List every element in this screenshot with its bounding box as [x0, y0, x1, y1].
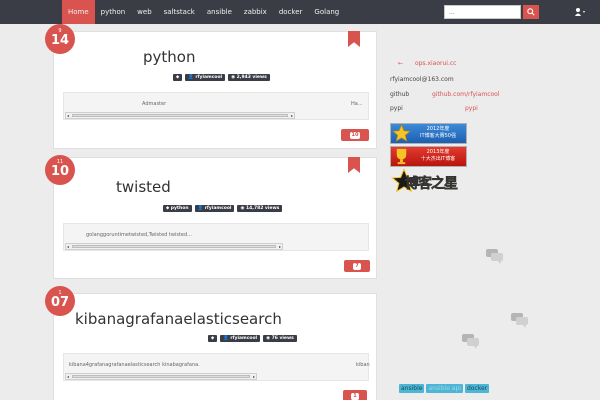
post-card: python ⬥ 👤 rfyiamcool ◉ 2,943 views Adma… [53, 31, 377, 149]
comment-count-button[interactable]: 7 [344, 260, 370, 272]
chat-bubble-icon [486, 249, 503, 264]
scrollbar-thumb[interactable] [72, 375, 250, 378]
post-excerpt: kibana4grafanagrafanaelasticsearch kinab… [63, 353, 370, 381]
post-meta: ⬥ 👤 rfyiamcool ◉ 76 views [208, 335, 297, 342]
horizontal-scrollbar[interactable]: ◂ ▸ [65, 243, 283, 250]
post-day: 07 [50, 295, 70, 310]
post-views: ◉ 76 views [263, 335, 297, 342]
github-label: github [390, 91, 410, 98]
site-link[interactable]: ← ops.xiaorui.cc [398, 60, 456, 67]
post-views: ◉ 14,782 views [237, 205, 283, 212]
award-badge-2012[interactable]: 2012年度 IT博客大赛50强 [390, 123, 467, 144]
comment-count-button[interactable]: 1 [343, 390, 367, 400]
post-author[interactable]: 👤 rfyiamcool [220, 335, 261, 342]
excerpt-text: golanggoruntimetwisted,Twisted twisted..… [86, 232, 192, 238]
bookmark-icon[interactable] [348, 157, 360, 173]
excerpt-text-right: kiban [356, 362, 370, 368]
star-icon [392, 124, 411, 142]
horizontal-scrollbar[interactable]: ◂ ▸ [65, 373, 257, 380]
post-meta: ⬥ python 👤 rfyiamcool ◉ 14,782 views [163, 205, 283, 212]
post-date-badge: 11 10 [45, 155, 75, 185]
post-meta: ⬥ 👤 rfyiamcool ◉ 2,943 views [173, 74, 270, 81]
nav-item-web[interactable]: web [131, 0, 157, 24]
pypi-link[interactable]: pypi [465, 105, 478, 112]
trophy-icon [396, 148, 407, 165]
horizontal-scrollbar[interactable]: ◂ ▸ [65, 112, 295, 119]
bookmark-icon[interactable] [348, 31, 360, 47]
site-url: ops.xiaorui.cc [414, 60, 457, 67]
nav-item-zabbix[interactable]: zabbix [238, 0, 273, 24]
search-input[interactable] [444, 5, 521, 19]
tag-cloud-item[interactable]: ansible [399, 384, 425, 393]
post-day: 14 [50, 33, 70, 48]
tag-icon[interactable]: ⬥ [208, 335, 218, 342]
top-navbar: Home python web saltstack ansible zabbix… [0, 0, 600, 24]
comment-count: 7 [353, 263, 361, 270]
post-date-badge: 9 14 [45, 24, 75, 54]
tag-cloud: ansible ansible api docker [399, 384, 490, 393]
comment-count: 1 [351, 393, 359, 400]
post-excerpt: golanggoruntimetwisted,Twisted twisted..… [63, 223, 369, 251]
nav-item-home[interactable]: Home [62, 0, 95, 24]
arrow-left-icon: ← [398, 60, 404, 67]
nav-item-saltstack[interactable]: saltstack [158, 0, 201, 24]
scroll-right-icon[interactable]: ▸ [279, 244, 281, 249]
post-excerpt: Admaster Ha... ◂ ▸ [63, 92, 369, 120]
excerpt-text-right: Ha... [351, 101, 363, 107]
pypi-label: pypi [390, 105, 403, 112]
award-text: 2012年度 IT博客大赛50强 [420, 126, 456, 139]
contact-email[interactable]: rfyiamcool@163.com [390, 76, 454, 83]
comment-count: 10 [349, 132, 361, 139]
scroll-left-icon[interactable]: ◂ [67, 244, 69, 249]
post-day: 10 [50, 164, 70, 179]
post-views: ◉ 2,943 views [228, 74, 270, 81]
post-author[interactable]: 👤 rfyiamcool [194, 205, 235, 212]
scroll-left-icon[interactable]: ◂ [67, 113, 69, 118]
nav-item-ansible[interactable]: ansible [201, 0, 238, 24]
post-date-badge: 1 07 [45, 286, 75, 316]
user-menu-icon[interactable] [574, 7, 586, 17]
chat-bubble-icon [462, 334, 479, 349]
scroll-right-icon[interactable]: ▸ [291, 113, 293, 118]
post-author[interactable]: 👤 rfyiamcool [185, 74, 226, 81]
post-card: twisted ⬥ python 👤 rfyiamcool ◉ 14,782 v… [53, 157, 377, 279]
main-nav: Home python web saltstack ansible zabbix… [62, 0, 345, 24]
logo-text: 博客之星 [405, 176, 459, 193]
post-title[interactable]: twisted [116, 178, 171, 196]
search-icon [527, 8, 535, 16]
nav-item-python[interactable]: python [95, 0, 132, 24]
comment-count-button[interactable]: 10 [341, 129, 369, 141]
nav-item-golang[interactable]: Golang [308, 0, 345, 24]
award-badge-2013[interactable]: 2013年度 十大杰出IT博客 [390, 146, 467, 167]
excerpt-text: Admaster [142, 101, 167, 107]
post-title[interactable]: kibanagrafanaelasticsearch [75, 310, 282, 328]
chat-bubble-icon [511, 313, 528, 328]
post-category[interactable]: ⬥ python [163, 205, 192, 212]
scrollbar-thumb[interactable] [72, 114, 288, 117]
tag-cloud-item[interactable]: ansible api [426, 384, 463, 393]
scroll-right-icon[interactable]: ▸ [253, 374, 255, 379]
tag-icon[interactable]: ⬥ [173, 74, 183, 81]
scrollbar-thumb[interactable] [72, 245, 276, 248]
scroll-left-icon[interactable]: ◂ [67, 374, 69, 379]
nav-item-docker[interactable]: docker [273, 0, 309, 24]
github-link[interactable]: github.com/rfyiamcool [432, 91, 500, 98]
search-button[interactable] [523, 5, 539, 19]
blog-star-logo[interactable]: 博客之星 [391, 167, 463, 197]
tag-cloud-item[interactable]: docker [464, 384, 490, 393]
post-card: kibanagrafanaelasticsearch ⬥ 👤 rfyiamcoo… [53, 293, 377, 400]
award-text: 2013年度 十大杰出IT博客 [420, 149, 456, 162]
excerpt-text: kibana4grafanagrafanaelasticsearch kinab… [69, 362, 200, 368]
post-title[interactable]: python [143, 48, 195, 66]
